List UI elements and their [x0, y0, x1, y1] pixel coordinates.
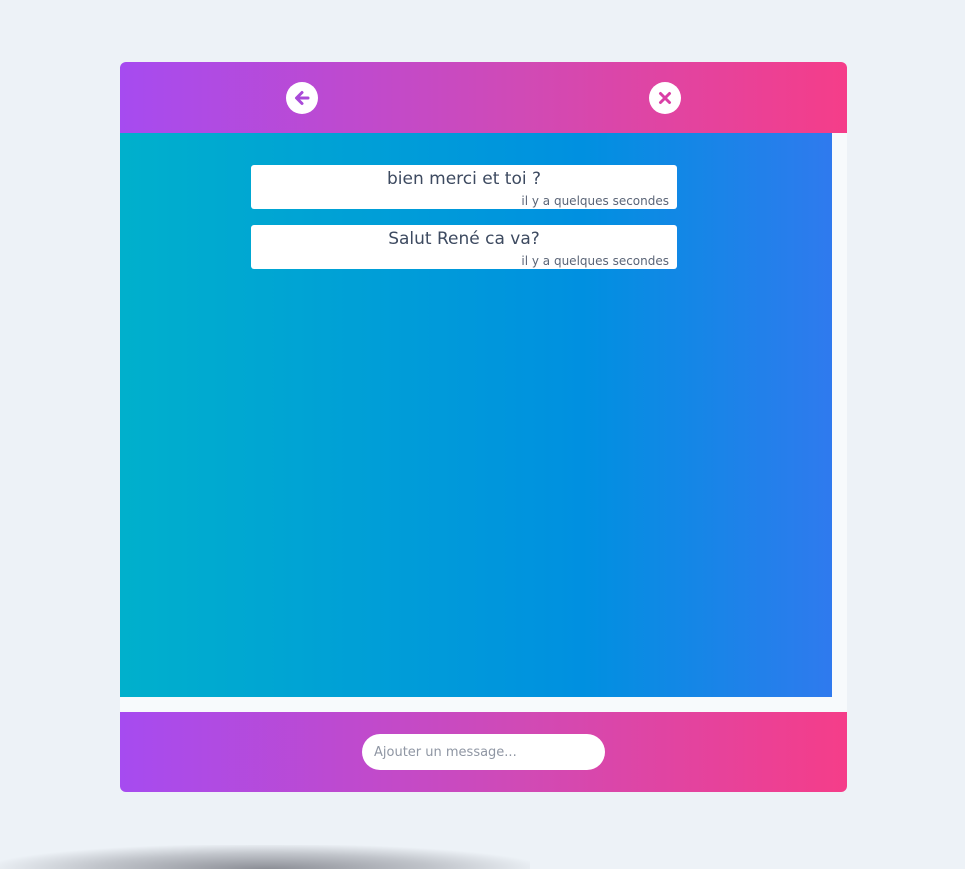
- chat-window: bien merci et toi ? il y a quelques seco…: [120, 62, 847, 792]
- message-input[interactable]: [362, 734, 605, 770]
- window-shadow: [0, 845, 530, 869]
- message-timestamp: il y a quelques secondes: [521, 254, 669, 268]
- message-text: Salut René ca va?: [388, 229, 540, 249]
- scrollbar[interactable]: [832, 133, 847, 697]
- message-bubble: Salut René ca va? il y a quelques second…: [251, 225, 677, 269]
- close-icon: [659, 92, 671, 104]
- message-text: bien merci et toi ?: [386, 169, 541, 189]
- chat-header: [120, 62, 847, 133]
- close-button[interactable]: [649, 82, 681, 114]
- arrow-left-icon: [295, 91, 310, 105]
- message-list[interactable]: bien merci et toi ? il y a quelques seco…: [120, 133, 832, 697]
- back-button[interactable]: [286, 82, 318, 114]
- chat-footer: [120, 712, 847, 792]
- message-timestamp: il y a quelques secondes: [521, 194, 669, 208]
- message-bubble: bien merci et toi ? il y a quelques seco…: [251, 165, 677, 209]
